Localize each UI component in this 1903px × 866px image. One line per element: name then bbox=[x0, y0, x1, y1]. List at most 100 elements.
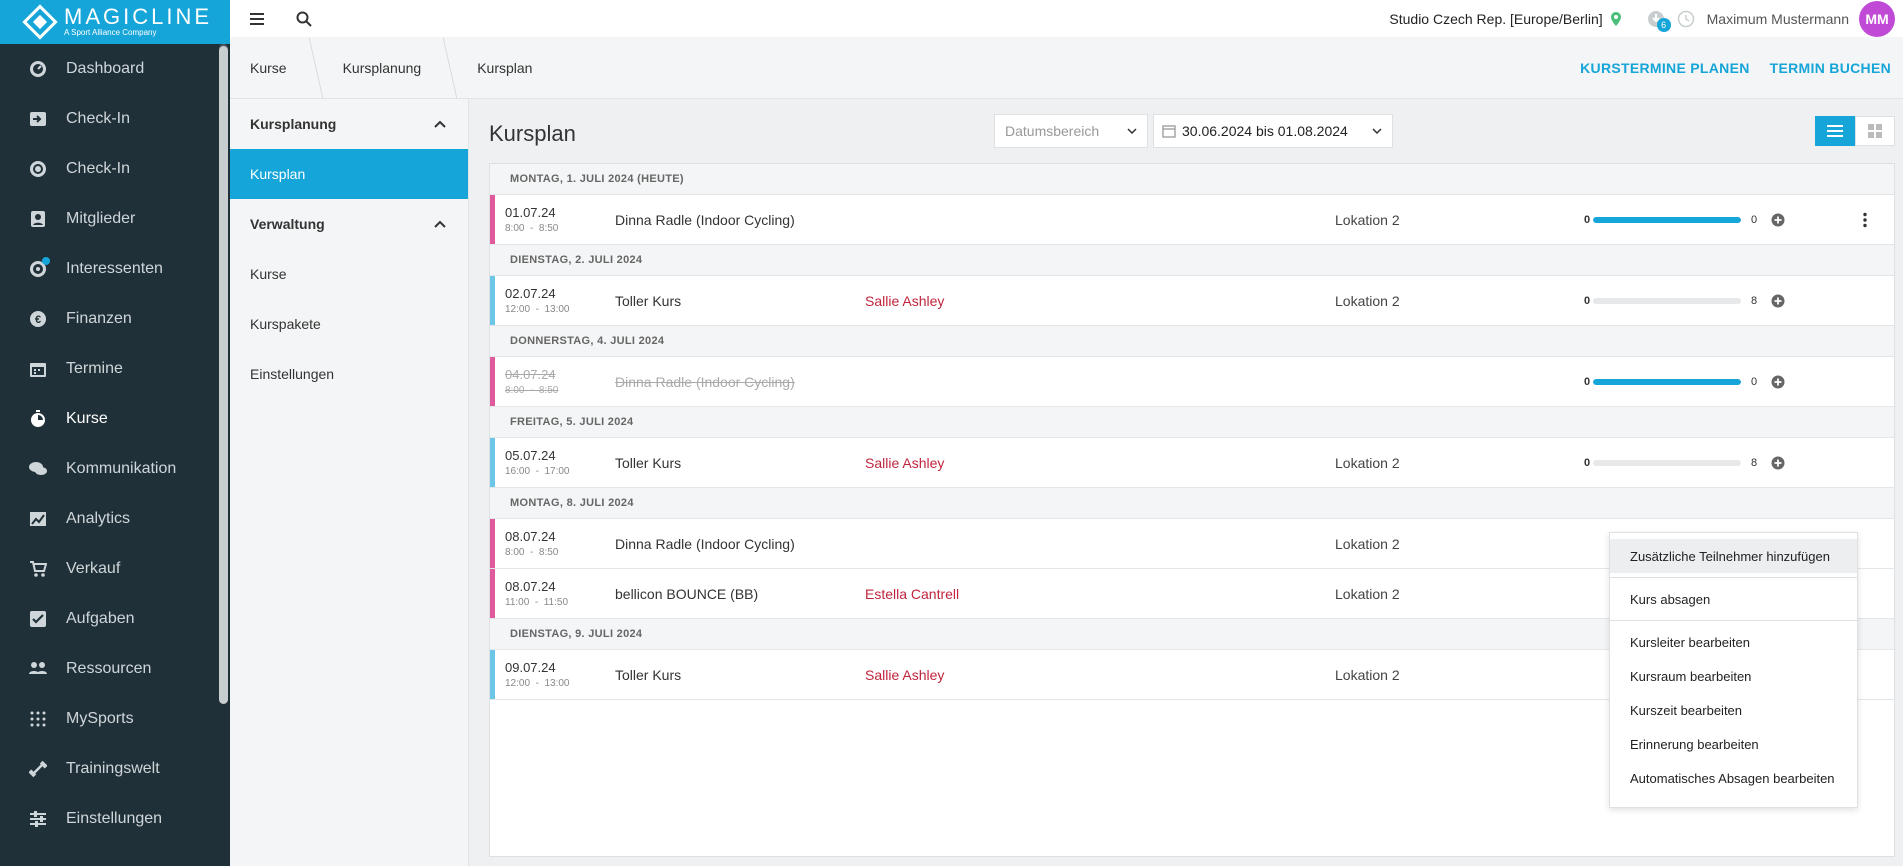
sidebar-item-check-in[interactable]: Check-In bbox=[0, 94, 230, 144]
grid-view-button[interactable] bbox=[1855, 116, 1895, 146]
subnav-group-verwaltung[interactable]: Verwaltung bbox=[230, 199, 468, 249]
course-row[interactable]: 01.07.24 8:00 - 8:50 Dinna Radle (Indoor C… bbox=[490, 195, 1894, 245]
user-name[interactable]: Maximum Mustermann bbox=[1707, 11, 1849, 27]
cancel-course-menu-item[interactable]: Kurs absagen bbox=[1610, 582, 1857, 616]
add-participant-icon[interactable] bbox=[1771, 294, 1785, 308]
course-date: 08.07.24 bbox=[505, 529, 556, 544]
sub-navigation: Kursplanung Kursplan Verwaltung Kurse Ku… bbox=[230, 99, 469, 866]
date-range-type-placeholder: Datumsbereich bbox=[1005, 123, 1100, 139]
more-options-icon[interactable] bbox=[1857, 212, 1873, 228]
avatar[interactable]: MM bbox=[1859, 0, 1895, 37]
breadcrumb-separator bbox=[443, 36, 458, 99]
course-trainer-link[interactable]: Sallie Ashley bbox=[865, 667, 944, 683]
sidebar-item-label: Finanzen bbox=[66, 310, 132, 327]
grid-icon bbox=[1868, 124, 1882, 138]
date-range-value: 30.06.2024 bis 01.08.2024 bbox=[1182, 123, 1348, 139]
settings-icon bbox=[28, 809, 48, 829]
plan-course-dates-button[interactable]: KURSTERMINE PLANEN bbox=[1580, 60, 1750, 76]
subnav-item-kursplan[interactable]: Kursplan bbox=[230, 149, 468, 199]
calendar-icon bbox=[28, 359, 48, 379]
chevron-up-icon bbox=[434, 120, 446, 128]
sidebar-item-label: Aufgaben bbox=[66, 610, 135, 627]
sidebar-item-trainingswelt[interactable]: Trainingswelt bbox=[0, 744, 230, 794]
edit-auto-cancel-menu-item[interactable]: Automatisches Absagen bearbeiten bbox=[1610, 761, 1857, 795]
clock-icon[interactable] bbox=[1677, 10, 1695, 28]
sidebar-item-analytics[interactable]: Analytics bbox=[0, 494, 230, 544]
edit-reminder-menu-item[interactable]: Erinnerung bearbeiten bbox=[1610, 727, 1857, 761]
course-location: Lokation 2 bbox=[1335, 292, 1400, 309]
sidebar-item-label: Kurse bbox=[66, 410, 108, 427]
subnav-group-kursplanung[interactable]: Kursplanung bbox=[230, 99, 468, 149]
sidebar-item-label: Einstellungen bbox=[66, 810, 163, 827]
course-color-bar bbox=[490, 438, 495, 487]
sidebar-item-interessenten[interactable]: Interessenten bbox=[0, 244, 230, 294]
course-date: 02.07.24 bbox=[505, 286, 556, 301]
add-participant-icon[interactable] bbox=[1771, 213, 1785, 227]
download-icon[interactable]: 6 bbox=[1647, 10, 1671, 32]
page-title: Kursplan bbox=[489, 121, 576, 146]
sidebar-item-dashboard[interactable]: Dashboard bbox=[0, 44, 230, 94]
top-bar: Studio Czech Rep. [Europe/Berlin] 6 Maxi… bbox=[230, 0, 1903, 37]
day-header: MONTAG, 1. JULI 2024 (HEUTE) bbox=[490, 164, 1894, 195]
course-color-bar bbox=[490, 650, 495, 699]
course-time: 11:00 - 11:50 bbox=[505, 597, 569, 608]
course-time: 8:00 - 8:50 bbox=[505, 385, 559, 396]
course-date: 04.07.24 bbox=[505, 367, 556, 382]
edit-instructor-menu-item[interactable]: Kursleiter bearbeiten bbox=[1610, 625, 1857, 659]
sidebar-item-aufgaben[interactable]: Aufgaben bbox=[0, 594, 230, 644]
book-appointment-button[interactable]: TERMIN BUCHEN bbox=[1770, 60, 1891, 76]
add-participant-icon[interactable] bbox=[1771, 375, 1785, 389]
list-view-button[interactable] bbox=[1815, 116, 1855, 146]
prospects-icon bbox=[28, 257, 50, 279]
capacity-progress-fill bbox=[1593, 378, 1741, 385]
new-prospects-dot bbox=[42, 257, 50, 265]
sidebar-item-verkauf[interactable]: Verkauf bbox=[0, 544, 230, 594]
sidebar-item-finanzen[interactable]: € Finanzen bbox=[0, 294, 230, 344]
sidebar: MAGICLINE A Sport Alliance Company Dashb… bbox=[0, 0, 230, 866]
dumbbell-icon bbox=[28, 759, 48, 779]
sidebar-item-mysports[interactable]: MySports bbox=[0, 694, 230, 744]
edit-room-menu-item[interactable]: Kursraum bearbeiten bbox=[1610, 659, 1857, 693]
add-participant-icon[interactable] bbox=[1771, 456, 1785, 470]
breadcrumb-kursplanung[interactable]: Kursplanung bbox=[323, 37, 444, 99]
course-time: 16:00 - 17:00 bbox=[505, 466, 570, 477]
breadcrumb-kurse[interactable]: Kurse bbox=[230, 37, 309, 99]
course-row[interactable]: 04.07.24 8:00 - 8:50 Dinna Radle (Indoor C… bbox=[490, 357, 1894, 407]
course-date: 08.07.24 bbox=[505, 579, 556, 594]
capacity-progress-bar bbox=[1593, 459, 1741, 466]
sidebar-item-kurse[interactable]: Kurse bbox=[0, 394, 230, 444]
subnav-item-einstellungen[interactable]: Einstellungen bbox=[230, 349, 468, 399]
sidebar-scroll-thumb[interactable] bbox=[219, 46, 228, 704]
sidebar-item-mitglieder[interactable]: Mitglieder bbox=[0, 194, 230, 244]
course-trainer-link[interactable]: Estella Cantrell bbox=[865, 586, 959, 602]
sidebar-item-termine[interactable]: Termine bbox=[0, 344, 230, 394]
capacity-progress-bar bbox=[1593, 297, 1741, 304]
subnav-item-kurse[interactable]: Kurse bbox=[230, 249, 468, 299]
course-trainer-link[interactable]: Sallie Ashley bbox=[865, 455, 944, 471]
menu-toggle-icon[interactable] bbox=[248, 9, 268, 29]
edit-time-menu-item[interactable]: Kurszeit bearbeiten bbox=[1610, 693, 1857, 727]
sidebar-item-ressourcen[interactable]: Ressourcen bbox=[0, 644, 230, 694]
add-participants-menu-item[interactable]: Zusätzliche Teilnehmer hinzufügen bbox=[1610, 539, 1857, 573]
studio-selector[interactable]: Studio Czech Rep. [Europe/Berlin] bbox=[1389, 11, 1602, 27]
course-row[interactable]: 05.07.24 16:00 - 17:00 Toller Kurs Sallie A… bbox=[490, 438, 1894, 488]
view-toggle bbox=[1815, 116, 1895, 146]
capacity-progress-bar bbox=[1593, 378, 1741, 385]
analytics-icon bbox=[28, 509, 48, 529]
day-header: DONNERSTAG, 4. JULI 2024 bbox=[490, 326, 1894, 357]
capacity-count: 0 bbox=[1751, 213, 1758, 226]
course-date: 05.07.24 bbox=[505, 448, 556, 463]
course-row[interactable]: 02.07.24 12:00 - 13:00 Toller Kurs Sallie A… bbox=[490, 276, 1894, 326]
sidebar-item-check-in-2[interactable]: Check-In bbox=[0, 144, 230, 194]
sidebar-item-einstellungen[interactable]: Einstellungen bbox=[0, 794, 230, 844]
sidebar-item-kommunikation[interactable]: Kommunikation bbox=[0, 444, 230, 494]
date-range-type-select[interactable]: Datumsbereich bbox=[994, 114, 1148, 148]
course-name: Toller Kurs bbox=[615, 666, 682, 683]
course-trainer-link[interactable]: Sallie Ashley bbox=[865, 293, 944, 309]
subnav-item-kurspakete[interactable]: Kurspakete bbox=[230, 299, 468, 349]
search-icon[interactable] bbox=[294, 9, 314, 29]
sidebar-item-label: Verkauf bbox=[66, 560, 121, 577]
date-range-picker[interactable]: 30.06.2024 bis 01.08.2024 bbox=[1153, 114, 1393, 148]
brand-logo[interactable]: MAGICLINE A Sport Alliance Company bbox=[0, 0, 230, 44]
course-color-bar bbox=[490, 569, 495, 618]
